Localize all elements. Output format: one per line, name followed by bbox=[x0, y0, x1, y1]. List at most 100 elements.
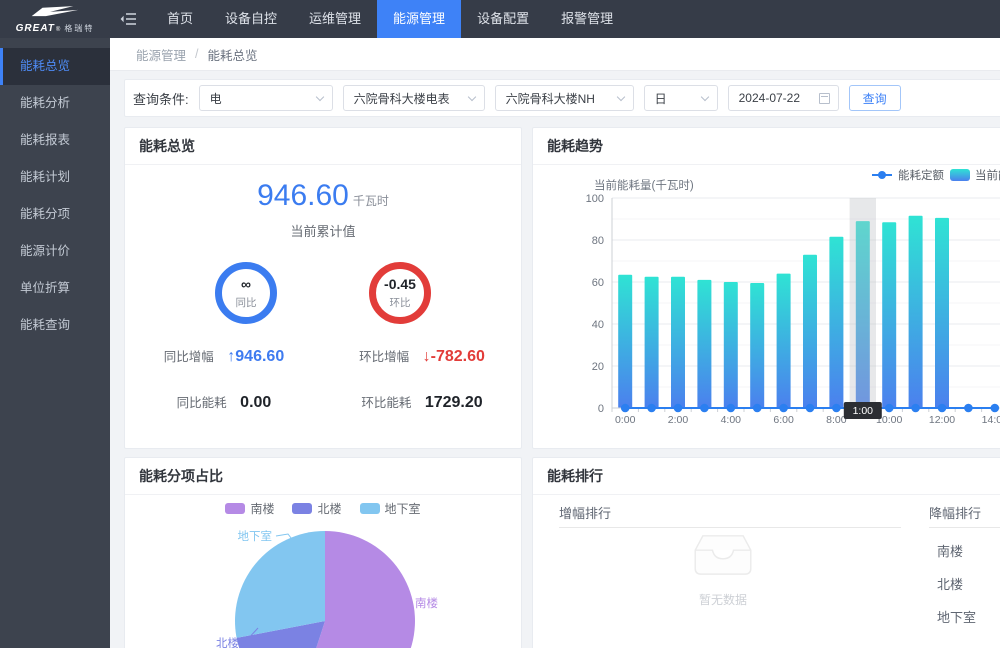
ratio-circles: ∞ 同比 -0.45 环比 bbox=[125, 262, 521, 324]
yoy-growth-label: 同比增幅 bbox=[164, 350, 214, 364]
energy-trend-title: 能耗趋势 bbox=[533, 128, 1000, 165]
total-consumption-unit: 千瓦时 bbox=[353, 194, 389, 208]
top-navbar: GREAT® 格瑞特 首页 设备自控 运维管理 能源管理 设备配置 报警管理 bbox=[0, 0, 1000, 38]
sidebar-item-unit-conversion[interactable]: 单位折算 bbox=[0, 270, 110, 307]
main-content: 能源管理 / 能耗总览 查询条件: 电 六院骨科大楼电表 六院骨科大楼NH 日 … bbox=[110, 38, 1000, 648]
svg-text:20: 20 bbox=[592, 361, 604, 373]
energy-subentry-pie-title: 能耗分项占比 bbox=[125, 458, 521, 495]
energy-subentry-pie-panel: 能耗分项占比 南楼 北楼 地下室 南楼北楼地下室 bbox=[124, 457, 522, 648]
increase-ranking-divider bbox=[559, 527, 901, 528]
pie-legend: 南楼 北楼 地下室 bbox=[125, 499, 521, 517]
mom-growth-label: 环比增幅 bbox=[359, 350, 409, 364]
nav-item-home[interactable]: 首页 bbox=[151, 0, 209, 38]
energy-ranking-title: 能耗排行 bbox=[533, 458, 1000, 495]
svg-text:2:00: 2:00 bbox=[668, 414, 689, 426]
svg-text:6:00: 6:00 bbox=[773, 414, 794, 426]
yoy-ratio-circle: ∞ 同比 bbox=[215, 262, 277, 324]
nav-item-ops-management[interactable]: 运维管理 bbox=[293, 0, 377, 38]
svg-text:南楼: 南楼 bbox=[415, 596, 438, 610]
pie-legend-south-building[interactable]: 南楼 bbox=[225, 500, 274, 517]
decrease-ranking-divider bbox=[929, 527, 1000, 528]
yoy-ratio-label: 同比 bbox=[236, 295, 257, 310]
query-condition-bar: 查询条件: 电 六院骨科大楼电表 六院骨科大楼NH 日 2024-07-22 查… bbox=[124, 79, 1000, 117]
decrease-ranking-title: 降幅排行 bbox=[929, 503, 981, 522]
breadcrumb-energy-overview: 能耗总览 bbox=[208, 45, 258, 64]
sidebar-item-energy-plan[interactable]: 能耗计划 bbox=[0, 159, 110, 196]
sidebar-item-energy-subentry[interactable]: 能耗分项 bbox=[0, 196, 110, 233]
nav-item-energy-management[interactable]: 能源管理 bbox=[377, 0, 461, 38]
yoy-growth-value: ↑946.60 bbox=[227, 348, 284, 365]
period-select[interactable]: 日 bbox=[644, 85, 718, 111]
svg-text:80: 80 bbox=[592, 235, 604, 247]
breadcrumb: 能源管理 / 能耗总览 bbox=[110, 38, 1000, 71]
svg-text:40: 40 bbox=[592, 319, 604, 331]
energy-overview-panel: 能耗总览 946.60 千瓦时 当前累计值 ∞ 同比 -0.45 环比 bbox=[124, 127, 522, 449]
date-picker[interactable]: 2024-07-22 bbox=[728, 85, 839, 111]
empty-state: 暂无数据 bbox=[661, 531, 785, 608]
sidebar-item-energy-analysis[interactable]: 能耗分析 bbox=[0, 85, 110, 122]
svg-text:能耗定额: 能耗定额 bbox=[898, 168, 944, 182]
menu-collapse-icon[interactable] bbox=[120, 12, 137, 26]
nav-item-device-autocontrol[interactable]: 设备自控 bbox=[209, 0, 293, 38]
sidebar-item-energy-report[interactable]: 能耗报表 bbox=[0, 122, 110, 159]
energy-subentry-pie-chart[interactable]: 南楼北楼地下室 bbox=[125, 517, 521, 648]
ranking-item-basement: 地下室 bbox=[937, 601, 976, 634]
empty-box-icon bbox=[692, 564, 754, 581]
svg-text:12:00: 12:00 bbox=[929, 414, 955, 426]
chevron-down-icon bbox=[315, 93, 323, 101]
chevron-down-icon bbox=[700, 93, 708, 101]
arrow-down-icon: ↓ bbox=[423, 348, 431, 365]
svg-text:地下室: 地下室 bbox=[238, 529, 273, 543]
overview-stats: 同比增幅 ↑946.60 环比增幅 ↓-782.60 同比能耗 0.00 环比能… bbox=[125, 346, 521, 412]
pie-legend-north-building[interactable]: 北楼 bbox=[292, 500, 341, 517]
mom-energy-label: 环比能耗 bbox=[361, 396, 411, 410]
nav-item-alarm-management[interactable]: 报警管理 bbox=[545, 0, 629, 38]
query-condition-label: 查询条件: bbox=[133, 89, 189, 108]
breadcrumb-energy-management[interactable]: 能源管理 bbox=[136, 45, 186, 64]
svg-text:14:00: 14:00 bbox=[982, 414, 1000, 426]
yoy-energy-stat: 同比能耗 0.00 bbox=[125, 392, 323, 412]
sidebar-item-energy-query[interactable]: 能耗查询 bbox=[0, 307, 110, 344]
yoy-energy-value: 0.00 bbox=[240, 394, 271, 411]
energy-overview-title: 能耗总览 bbox=[125, 128, 521, 165]
svg-text:当前能耗: 当前能耗 bbox=[975, 168, 1000, 182]
svg-text:4:00: 4:00 bbox=[721, 414, 742, 426]
energy-type-select[interactable]: 电 bbox=[199, 85, 333, 111]
energy-type-value: 电 bbox=[210, 90, 222, 107]
building-meter-select[interactable]: 六院骨科大楼电表 bbox=[343, 85, 485, 111]
svg-text:60: 60 bbox=[592, 277, 604, 289]
sidebar-item-energy-overview[interactable]: 能耗总览 bbox=[0, 48, 110, 85]
ranking-item-south-building: 南楼 bbox=[937, 535, 976, 568]
energy-trend-chart[interactable]: 0204060801000:002:004:006:008:0010:0012:… bbox=[533, 165, 1000, 449]
sidebar: 能耗总览 能耗分析 能耗报表 能耗计划 能耗分项 能源计价 单位折算 能耗查询 bbox=[0, 38, 110, 648]
sidebar-item-energy-pricing[interactable]: 能源计价 bbox=[0, 233, 110, 270]
legend-swatch-icon bbox=[225, 503, 245, 514]
chevron-down-icon bbox=[467, 93, 475, 101]
svg-text:1:00: 1:00 bbox=[853, 405, 874, 417]
brand-logo-icon bbox=[30, 4, 80, 22]
meter-node-select[interactable]: 六院骨科大楼NH bbox=[495, 85, 634, 111]
yoy-growth-stat: 同比增幅 ↑946.60 bbox=[125, 346, 323, 366]
legend-swatch-icon bbox=[360, 503, 380, 514]
pie-legend-basement[interactable]: 地下室 bbox=[360, 500, 421, 517]
total-consumption: 946.60 千瓦时 bbox=[125, 179, 521, 213]
building-meter-value: 六院骨科大楼电表 bbox=[354, 90, 450, 107]
date-value: 2024-07-22 bbox=[739, 91, 800, 105]
svg-text:100: 100 bbox=[586, 193, 604, 205]
total-consumption-value: 946.60 bbox=[257, 179, 349, 212]
svg-text:0: 0 bbox=[598, 403, 604, 415]
yoy-ratio-value: ∞ bbox=[241, 277, 251, 292]
brand-logo[interactable]: GREAT® 格瑞特 bbox=[0, 0, 110, 38]
brand-name: GREAT bbox=[16, 23, 55, 34]
legend-swatch-icon bbox=[292, 503, 312, 514]
increase-ranking-title: 增幅排行 bbox=[559, 503, 611, 522]
meter-node-value: 六院骨科大楼NH bbox=[506, 90, 595, 107]
empty-state-text: 暂无数据 bbox=[661, 591, 785, 608]
energy-overview-body: 946.60 千瓦时 当前累计值 ∞ 同比 -0.45 环比 同比增幅 bbox=[125, 165, 521, 412]
query-button[interactable]: 查询 bbox=[849, 85, 901, 111]
total-consumption-caption: 当前累计值 bbox=[125, 221, 521, 240]
decrease-ranking-list: 南楼 北楼 地下室 bbox=[937, 535, 976, 634]
calendar-icon bbox=[819, 93, 830, 104]
svg-text:0:00: 0:00 bbox=[615, 414, 636, 426]
nav-item-device-config[interactable]: 设备配置 bbox=[461, 0, 545, 38]
